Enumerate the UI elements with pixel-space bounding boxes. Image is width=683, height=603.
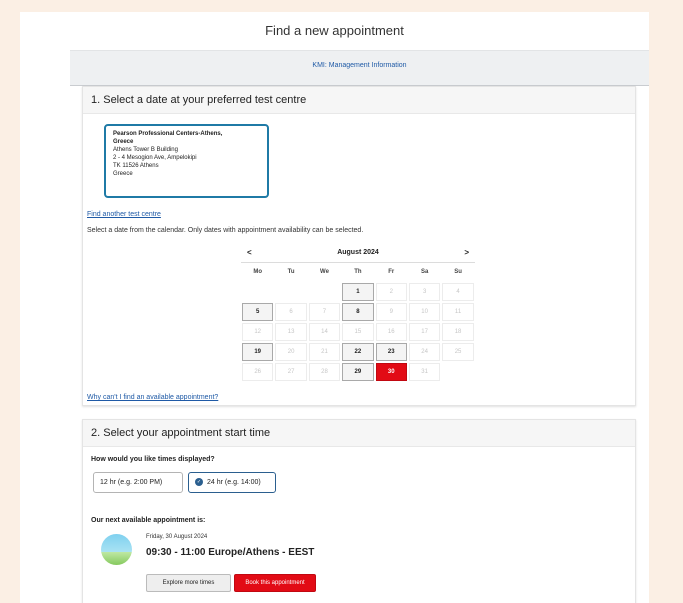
calendar-day-unavailable: 28 <box>308 363 341 381</box>
next-available-date: Friday, 30 August 2024 <box>146 534 208 540</box>
calendar-day-unavailable: 21 <box>308 343 341 361</box>
check-circle-icon: ✓ <box>195 478 203 487</box>
calendar-empty-cell <box>242 283 274 301</box>
time-card-header: 2. Select your appointment start time <box>83 420 635 447</box>
calendar-day-unavailable: 10 <box>408 303 441 321</box>
calendar-day-unavailable: 16 <box>375 323 407 341</box>
calendar-empty-cell <box>442 363 474 381</box>
calendar-day-unavailable: 26 <box>242 363 274 381</box>
calendar-grid: Mo Tu We Th Fr Sa Su 1 2 3 4 5 6 7 8 9 10 11 12 13 14… <box>241 263 475 382</box>
calendar-month: August 2024 <box>337 249 379 256</box>
calendar-empty-cell <box>308 283 341 301</box>
appointment-page: Find a new appointment KMI: Management I… <box>20 12 649 603</box>
time-format-question: How would you like times displayed? <box>91 456 215 463</box>
centre-address-3: TK 11526 Athens <box>113 163 159 169</box>
weekday-header: Th <box>354 269 362 275</box>
weekday-header: Tu <box>287 269 295 275</box>
time-card-title: 2. Select your appointment start time <box>91 427 271 439</box>
weekday-header: Sa <box>420 269 429 275</box>
calendar-day-unavailable: 9 <box>375 303 407 321</box>
calendar-day-unavailable: 15 <box>342 323 374 341</box>
calendar-day-unavailable: 3 <box>408 283 441 301</box>
info-band: KMI: Management Information <box>70 50 649 86</box>
calendar-day-unavailable: 4 <box>442 283 474 301</box>
calendar-day-unavailable: 6 <box>275 303 307 321</box>
calendar-instruction: Select a date from the calendar. Only da… <box>87 227 364 234</box>
centre-address-2: 2 - 4 Mesogion Ave, Ampelokipi <box>113 155 197 161</box>
calendar: < August 2024 > Mo Tu We Th Fr Sa Su 123… <box>241 245 475 382</box>
calendar-day-available[interactable]: 23 <box>375 343 407 361</box>
weekday-header: We <box>320 269 329 275</box>
time-format-12hr-label: 12 hr (e.g. 2:00 PM) <box>100 479 163 486</box>
find-another-centre-link[interactable]: Find another test centre <box>87 211 161 218</box>
calendar-day-unavailable: 17 <box>408 323 441 341</box>
calendar-day-unavailable: 7 <box>308 303 341 321</box>
calendar-day-available[interactable]: 22 <box>342 343 374 361</box>
centre-name-country: Greece <box>113 139 134 145</box>
calendar-day-unavailable: 14 <box>308 323 341 341</box>
centre-address-1: Athens Tower B Building <box>113 147 178 153</box>
weekday-header: Fr <box>388 269 395 275</box>
book-appointment-button[interactable]: Book this appointment <box>234 574 316 592</box>
calendar-day-available[interactable]: 19 <box>242 343 274 361</box>
next-available-time: 09:30 - 11:00 Europe/Athens - EEST <box>146 547 315 558</box>
calendar-day-selected[interactable]: 30 <box>375 363 407 381</box>
why-no-availability-link[interactable]: Why can't I find an available appointmen… <box>87 394 218 401</box>
selected-test-centre[interactable]: Pearson Professional Centers-Athens, Gre… <box>104 124 269 198</box>
calendar-day-available[interactable]: 29 <box>342 363 374 381</box>
time-format-24hr-button[interactable]: ✓ 24 hr (e.g. 14:00) <box>188 472 276 493</box>
calendar-day-unavailable: 27 <box>275 363 307 381</box>
calendar-day-available[interactable]: 5 <box>242 303 274 321</box>
explore-more-times-button[interactable]: Explore more times <box>146 574 231 592</box>
calendar-day-unavailable: 12 <box>242 323 274 341</box>
next-month-button[interactable]: > <box>464 248 469 257</box>
centre-country: Greece <box>113 171 133 177</box>
time-format-12hr-button[interactable]: 12 hr (e.g. 2:00 PM) <box>93 472 183 493</box>
calendar-day-unavailable: 24 <box>408 343 441 361</box>
calendar-day-unavailable: 13 <box>275 323 307 341</box>
calendar-day-unavailable: 18 <box>442 323 474 341</box>
weekday-header: Mo <box>253 269 263 275</box>
calendar-day-unavailable: 31 <box>408 363 441 381</box>
next-available-label: Our next available appointment is: <box>91 517 206 524</box>
landscape-icon <box>101 534 132 565</box>
calendar-day-unavailable: 25 <box>442 343 474 361</box>
weekday-header: Su <box>454 269 462 275</box>
calendar-nav: < August 2024 > <box>241 245 475 263</box>
calendar-day-unavailable: 2 <box>375 283 407 301</box>
centre-name: Pearson Professional Centers-Athens, <box>113 131 223 137</box>
time-format-24hr-label: 24 hr (e.g. 14:00) <box>207 479 261 486</box>
calendar-empty-cell <box>275 283 307 301</box>
calendar-day-available[interactable]: 8 <box>342 303 374 321</box>
time-selection-card: 2. Select your appointment start time Ho… <box>82 419 636 603</box>
date-card-header: 1. Select a date at your preferred test … <box>83 87 635 114</box>
kmi-link[interactable]: KMI: Management Information <box>70 62 649 69</box>
calendar-day-available[interactable]: 1 <box>342 283 374 301</box>
calendar-day-unavailable: 20 <box>275 343 307 361</box>
calendar-day-unavailable: 11 <box>442 303 474 321</box>
page-title: Find a new appointment <box>265 23 404 38</box>
date-card-title: 1. Select a date at your preferred test … <box>91 94 307 106</box>
date-selection-card: 1. Select a date at your preferred test … <box>82 86 636 406</box>
